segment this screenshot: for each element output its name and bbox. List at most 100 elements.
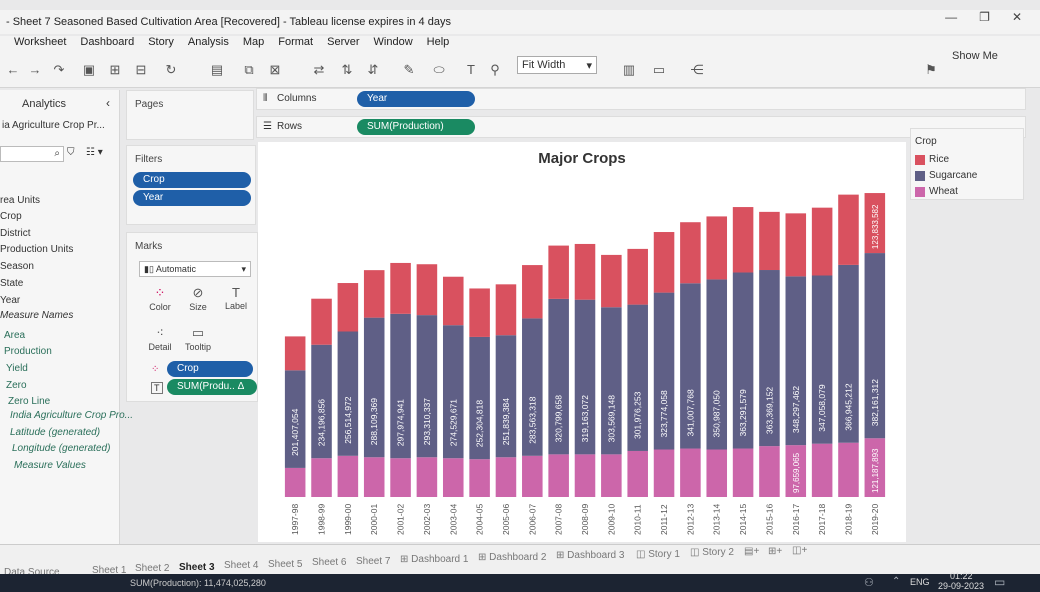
swap-icon[interactable]: ⇄ [310,62,328,78]
pages-card[interactable]: Pages [126,90,254,140]
measure-production[interactable]: Production [4,346,52,357]
refresh-icon[interactable]: ↻ [162,62,180,78]
cards-icon[interactable]: ▥ [620,62,638,78]
analytics-tab[interactable]: Analytics [22,98,66,110]
bar-rice[interactable] [732,207,754,273]
forward-icon[interactable]: → [26,62,44,77]
search-input[interactable]: ⌕ [0,146,64,162]
tab-sheet-5[interactable]: Sheet 5 [268,559,302,570]
tab-dashboard-2[interactable]: ⊞ Dashboard 2 [478,552,546,563]
bar-rice[interactable] [653,232,675,293]
bar-rice[interactable] [759,211,780,271]
bar-wheat[interactable] [469,459,490,497]
datasource-name[interactable]: ia Agriculture Crop Pr... [2,120,105,131]
bar-wheat[interactable] [732,448,754,497]
presentation-icon[interactable]: ▭ [650,62,668,78]
bar-wheat[interactable] [442,458,464,497]
bar-rice[interactable] [706,216,728,280]
bar-rice[interactable] [785,213,807,277]
measure-zero[interactable]: Zero [6,380,27,391]
filter-pill-year[interactable]: Year [133,190,251,206]
label-button[interactable]: T Label [219,283,253,317]
bar-wheat[interactable] [495,457,517,497]
bar-wheat[interactable] [627,450,648,497]
tab-dashboard-1[interactable]: ⊞ Dashboard 1 [400,554,468,565]
share-icon[interactable]: ⋲ [688,62,706,78]
measure-yield[interactable]: Yield [6,363,28,374]
measure-record-count[interactable]: India Agriculture Crop Pro... [10,410,133,421]
legend-item-wheat[interactable]: Wheat [915,186,958,197]
new-dashboard-icon[interactable]: ⊞+ [768,546,782,557]
mark-type-dropdown[interactable]: ▮▯ Automatic ▾ [139,261,251,277]
people-icon[interactable]: ⚇ [864,576,874,589]
bar-wheat[interactable] [416,457,438,497]
measure-zero-line[interactable]: Zero Line [8,396,50,407]
show-labels-icon[interactable]: T [462,62,480,77]
chevron-up-icon[interactable]: ⌃ [892,576,900,587]
sort-asc-icon[interactable]: ⇅ [338,62,356,78]
bar-rice[interactable] [284,336,306,371]
collapse-icon[interactable]: ‹ [106,96,110,110]
menu-server[interactable]: Server [327,36,359,54]
new-story-icon[interactable]: ◫+ [792,545,807,556]
bar-wheat[interactable] [522,455,543,497]
bar-wheat[interactable] [574,454,596,497]
new-worksheet-icon[interactable]: ▤+ [744,546,759,557]
bar-wheat[interactable] [759,446,780,497]
duplicate-icon[interactable]: ⧉ [240,62,258,78]
notification-icon[interactable]: ▭ [994,575,1005,589]
menu-map[interactable]: Map [243,36,264,54]
group-icon[interactable]: ⬭ [430,62,448,78]
bar-wheat[interactable] [337,455,359,497]
bar-rice[interactable] [627,248,648,305]
tab-story-2[interactable]: ◫ Story 2 [690,547,734,558]
pin-icon[interactable]: ⚲ [486,62,504,78]
restore-icon[interactable]: ❐ [979,10,990,24]
field-state[interactable]: State [0,278,23,289]
tab-dashboard-3[interactable]: ⊞ Dashboard 3 [556,550,624,561]
save-icon[interactable]: ▣ [80,62,98,78]
bar-rice[interactable] [574,243,596,300]
redo-icon[interactable]: ↷ [50,62,68,78]
tab-sheet-7[interactable]: Sheet 7 [356,556,390,567]
bar-rice[interactable] [680,222,701,284]
bar-wheat[interactable] [548,454,569,497]
sort-desc-icon[interactable]: ⇵ [364,62,382,78]
field-season[interactable]: Season [0,261,34,272]
bar-wheat[interactable] [311,458,332,497]
menu-dashboard[interactable]: Dashboard [80,36,134,54]
back-icon[interactable]: ← [4,62,22,77]
color-button[interactable]: ⁘ Color [143,283,177,317]
clear-icon[interactable]: ⊠ [266,62,284,78]
bar-rice[interactable] [442,276,464,326]
highlight-icon[interactable]: ✎ [400,62,418,78]
tab-sheet-2[interactable]: Sheet 2 [135,563,169,574]
menu-story[interactable]: Story [148,36,174,54]
measure-longitude[interactable]: Longitude (generated) [12,443,110,454]
menu-format[interactable]: Format [278,36,313,54]
tab-story-1[interactable]: ◫ Story 1 [636,549,680,560]
view-options-icon[interactable]: ☷ ▾ [86,147,103,158]
menu-window[interactable]: Window [374,36,413,54]
close-icon[interactable]: ✕ [1012,10,1022,24]
field-measure-names[interactable]: Measure Names [0,310,73,321]
bar-rice[interactable] [337,283,359,332]
filter-pill-crop[interactable]: Crop [133,172,251,188]
tab-sheet-3[interactable]: Sheet 3 [179,562,215,573]
bar-rice[interactable] [311,298,332,345]
new-datasource-icon[interactable]: ⊞ [106,62,124,78]
tooltip-button[interactable]: ▭ Tooltip [181,323,215,357]
tab-sheet-4[interactable]: Sheet 4 [224,560,258,571]
columns-pill-year[interactable]: Year [357,91,475,107]
field-year[interactable]: Year [0,295,20,306]
detail-button[interactable]: ⁖ Detail [143,323,177,357]
bar-wheat[interactable] [601,454,622,497]
measure-area[interactable]: Area [4,330,25,341]
bar-rice[interactable] [601,254,622,308]
bar-wheat[interactable] [706,449,728,497]
bar-rice[interactable] [811,207,833,276]
bar-wheat[interactable] [363,457,385,497]
minimize-icon[interactable]: — [945,10,957,24]
tab-sheet-6[interactable]: Sheet 6 [312,557,346,568]
filters-card[interactable]: Filters Crop Year [126,145,256,225]
